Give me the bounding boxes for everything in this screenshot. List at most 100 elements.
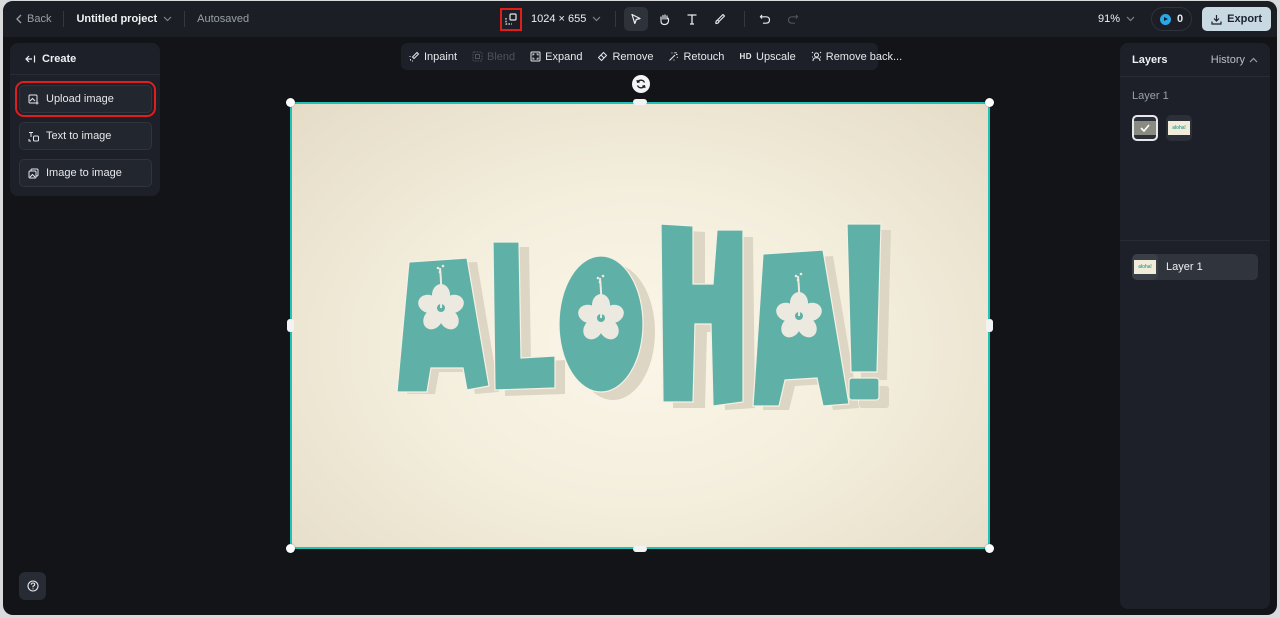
blend-icon xyxy=(472,51,483,62)
magic-wand-icon xyxy=(668,51,679,62)
inpaint-label: Inpaint xyxy=(424,50,458,63)
export-button[interactable]: Export xyxy=(1202,7,1271,31)
chevron-down-icon xyxy=(163,16,172,22)
text-icon xyxy=(686,13,698,25)
divider xyxy=(63,11,65,27)
resize-canvas-button[interactable] xyxy=(500,7,522,31)
resize-handle-top[interactable] xyxy=(633,99,647,105)
layer-group-label: Layer 1 xyxy=(1132,90,1169,102)
history-label: History xyxy=(1210,53,1245,66)
aloha-artwork xyxy=(396,223,891,410)
resize-handle-top-right[interactable] xyxy=(985,98,994,107)
undo-icon xyxy=(759,13,771,25)
project-name: Untitled project xyxy=(76,13,158,25)
cursor-arrow-icon xyxy=(630,13,642,25)
help-icon xyxy=(26,580,39,592)
image-to-image-icon xyxy=(28,168,39,179)
layer-row[interactable]: aloha! Layer 1 xyxy=(1132,254,1258,280)
undo-button[interactable] xyxy=(753,7,777,31)
credit-icon xyxy=(1160,13,1172,25)
chevron-up-icon xyxy=(1249,57,1258,63)
resize-handle-bottom[interactable] xyxy=(633,546,647,552)
tool-group xyxy=(624,7,809,31)
help-button[interactable] xyxy=(19,572,46,600)
text-to-image-icon xyxy=(28,131,39,142)
rotate-handle[interactable] xyxy=(632,75,650,93)
resize-handle-bottom-right[interactable] xyxy=(985,544,994,553)
select-tool-button[interactable] xyxy=(624,7,649,31)
project-name-dropdown[interactable]: Untitled project xyxy=(76,13,172,25)
upload-image-label: Upload image xyxy=(46,93,114,105)
chevron-left-icon xyxy=(15,14,23,24)
upload-image-button[interactable]: Upload image xyxy=(15,81,156,117)
blend-button[interactable]: Blend xyxy=(472,51,515,63)
top-bar: Back Untitled project Autosaved 1024 × 6… xyxy=(3,1,1277,37)
blend-label: Blend xyxy=(487,50,516,63)
expand-button[interactable]: Expand xyxy=(530,51,582,63)
text-to-image-button[interactable]: Text to image xyxy=(19,122,152,150)
resize-handle-top-left[interactable] xyxy=(286,98,295,107)
back-label: Back xyxy=(27,13,52,25)
remove-background-label: Remove back... xyxy=(825,50,903,63)
collapse-left-icon xyxy=(25,54,36,64)
thumbnail-image: aloha! xyxy=(1168,121,1190,135)
resize-handle-bottom-left[interactable] xyxy=(286,544,295,553)
image-to-image-label: Image to image xyxy=(46,167,122,179)
upscale-label: Upscale xyxy=(756,50,796,63)
remove-button[interactable]: Remove xyxy=(597,51,653,63)
remove-label: Remove xyxy=(612,50,654,63)
divider xyxy=(1120,240,1270,241)
create-panel: Create Upload image Text to image Image … xyxy=(10,43,160,196)
zoom-level: 91% xyxy=(1098,13,1121,25)
credits-badge[interactable]: 0 xyxy=(1151,7,1193,31)
canvas-image[interactable] xyxy=(290,102,990,549)
create-panel-title: Create xyxy=(42,52,77,65)
brush-icon xyxy=(714,13,726,25)
divider xyxy=(615,11,617,27)
checkmark-icon xyxy=(1140,124,1150,132)
layer-thumbnail-selected[interactable] xyxy=(1132,115,1158,141)
upscale-button[interactable]: HD Upscale xyxy=(739,51,795,63)
retouch-button[interactable]: Retouch xyxy=(668,51,724,63)
retouch-label: Retouch xyxy=(683,50,725,63)
redo-button[interactable] xyxy=(781,7,805,31)
resize-handle-left[interactable] xyxy=(287,319,294,332)
layers-tab[interactable]: Layers xyxy=(1132,54,1167,66)
hand-icon xyxy=(658,13,671,26)
layer-thumbnail[interactable]: aloha! xyxy=(1166,115,1192,141)
resize-handle-right[interactable] xyxy=(986,319,993,332)
brush-tool-button[interactable] xyxy=(708,7,732,31)
resize-icon xyxy=(505,13,517,25)
image-to-image-button[interactable]: Image to image xyxy=(19,159,152,187)
layer-name: Layer 1 xyxy=(1166,261,1203,273)
chevron-down-icon xyxy=(592,16,601,22)
history-tab[interactable]: History xyxy=(1211,54,1258,66)
text-to-image-label: Text to image xyxy=(46,130,112,142)
canvas-size-dropdown[interactable]: 1024 × 655 xyxy=(531,13,601,25)
divider xyxy=(184,11,186,27)
expand-label: Expand xyxy=(545,50,583,63)
canvas-size: 1024 × 655 xyxy=(531,13,587,25)
remove-background-button[interactable]: Remove back... xyxy=(811,51,902,63)
hand-tool-button[interactable] xyxy=(652,7,676,31)
app-window: Back Untitled project Autosaved 1024 × 6… xyxy=(3,1,1277,615)
layer-row-thumbnail: aloha! xyxy=(1132,254,1158,280)
zoom-dropdown[interactable]: 91% xyxy=(1098,13,1135,25)
download-icon xyxy=(1211,14,1222,25)
credits-count: 0 xyxy=(1177,13,1184,25)
rotate-icon xyxy=(635,78,647,90)
thumbnail-image: aloha! xyxy=(1134,260,1156,274)
save-status: Autosaved xyxy=(197,13,250,25)
thumbnail-image xyxy=(1134,121,1156,135)
text-tool-button[interactable] xyxy=(680,7,704,31)
remove-background-icon xyxy=(811,51,822,62)
back-button[interactable]: Back xyxy=(15,13,51,25)
divider xyxy=(744,11,746,27)
canvas-area[interactable] xyxy=(286,75,994,553)
layers-panel: Layers History Layer 1 aloha! aloha! Lay… xyxy=(1120,43,1270,609)
create-panel-header[interactable]: Create xyxy=(10,43,160,75)
export-label: Export xyxy=(1227,13,1262,25)
inpaint-button[interactable]: Inpaint xyxy=(409,51,457,63)
upload-image-icon xyxy=(28,94,39,105)
expand-icon xyxy=(530,51,541,62)
